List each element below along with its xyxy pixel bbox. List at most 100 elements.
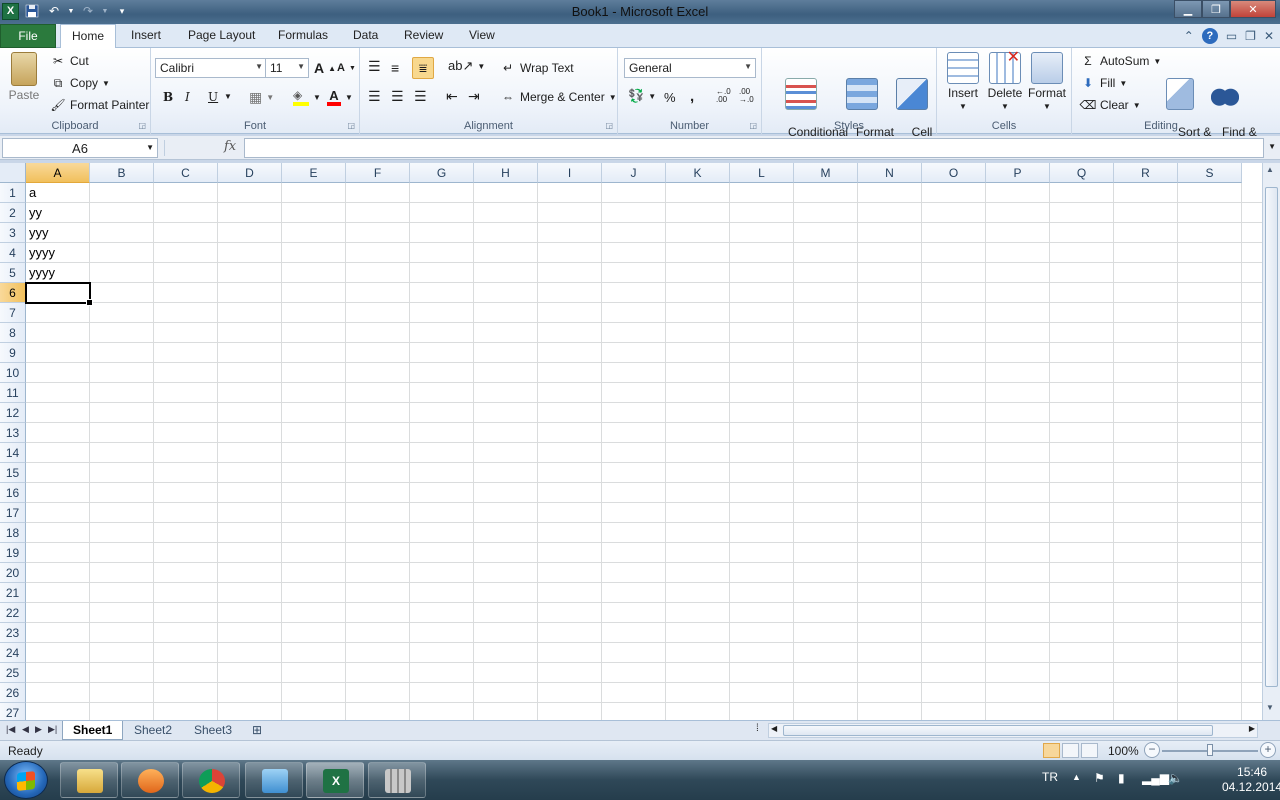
tab-home[interactable]: Home	[60, 24, 116, 49]
taskbar-chrome[interactable]	[182, 762, 240, 798]
fill-color-button[interactable]: ◈ ▼	[293, 88, 321, 106]
italic-button[interactable]: I	[185, 90, 190, 104]
normal-view-button[interactable]	[1043, 743, 1060, 758]
column-header-p[interactable]: P	[986, 163, 1050, 183]
power-icon[interactable]: ▮	[1118, 771, 1125, 785]
column-header-q[interactable]: Q	[1050, 163, 1114, 183]
scroll-right-icon[interactable]: ▶	[1249, 724, 1255, 733]
sheet-tab-sheet3[interactable]: Sheet3	[184, 721, 242, 740]
close-button[interactable]: ✕	[1230, 0, 1276, 18]
sheet-tab-sheet1[interactable]: Sheet1	[62, 721, 124, 740]
column-header-h[interactable]: H	[474, 163, 538, 183]
page-break-view-button[interactable]	[1081, 743, 1098, 758]
fill-button[interactable]: ⬇ Fill ▼	[1080, 75, 1127, 91]
align-right-button[interactable]: ☰	[414, 88, 427, 105]
row-header-5[interactable]: 5	[0, 263, 26, 283]
align-center-button[interactable]: ☰	[391, 88, 404, 105]
vertical-scrollbar[interactable]: ▲ ▼	[1262, 163, 1280, 720]
workbook-minimize-icon[interactable]: ▭	[1226, 29, 1237, 43]
font-size-dropdown-icon[interactable]: ▼	[297, 62, 305, 71]
tab-review[interactable]: Review	[404, 28, 443, 42]
font-size-combo[interactable]: 11 ▼	[265, 58, 309, 78]
minimize-ribbon-icon[interactable]: ⌃	[1184, 29, 1194, 43]
row-header-17[interactable]: 17	[0, 503, 26, 523]
horizontal-scroll-thumb[interactable]	[783, 725, 1213, 736]
tab-data[interactable]: Data	[353, 28, 378, 42]
column-header-r[interactable]: R	[1114, 163, 1178, 183]
number-launcher-icon[interactable]: ◲	[749, 121, 757, 130]
tab-insert[interactable]: Insert	[131, 28, 161, 42]
column-header-f[interactable]: F	[346, 163, 410, 183]
decrease-indent-button[interactable]: ⇤	[446, 88, 458, 105]
page-layout-view-button[interactable]	[1062, 743, 1079, 758]
row-header-16[interactable]: 16	[0, 483, 26, 503]
row-header-4[interactable]: 4	[0, 243, 26, 263]
column-header-k[interactable]: K	[666, 163, 730, 183]
row-header-11[interactable]: 11	[0, 383, 26, 403]
column-header-d[interactable]: D	[218, 163, 282, 183]
row-header-23[interactable]: 23	[0, 623, 26, 643]
tab-formulas[interactable]: Formulas	[278, 28, 328, 42]
worksheet-grid[interactable]: ABCDEFGHIJKLMNOPQRS 1 2 3 4 5 6 7 8 9 10 11 12 13 14 1…	[0, 163, 1262, 720]
insert-function-button[interactable]: fx	[224, 139, 236, 154]
number-format-dropdown-icon[interactable]: ▼	[744, 62, 752, 71]
row-header-22[interactable]: 22	[0, 603, 26, 623]
name-box-dropdown-icon[interactable]: ▼	[146, 143, 154, 152]
taskbar-window-manager[interactable]	[368, 762, 426, 798]
zoom-in-button[interactable]: +	[1260, 742, 1276, 758]
row-header-14[interactable]: 14	[0, 443, 26, 463]
format-painter-button[interactable]: 🖌 Format Painter	[50, 97, 149, 113]
active-cell-cursor[interactable]	[25, 282, 93, 306]
font-launcher-icon[interactable]: ◲	[347, 121, 355, 130]
column-header-c[interactable]: C	[154, 163, 218, 183]
column-header-g[interactable]: G	[410, 163, 474, 183]
row-header-10[interactable]: 10	[0, 363, 26, 383]
clear-button[interactable]: ⌫ Clear ▼	[1080, 97, 1141, 113]
row-header-7[interactable]: 7	[0, 303, 26, 323]
borders-dropdown-icon[interactable]: ▼	[266, 93, 274, 102]
row-header-27[interactable]: 27	[0, 703, 26, 720]
scroll-up-icon[interactable]: ▲	[1266, 165, 1274, 174]
maximize-button[interactable]: ❐	[1202, 0, 1230, 18]
underline-dropdown-icon[interactable]: ▼	[224, 92, 232, 101]
volume-icon[interactable]: 🔈	[1168, 771, 1183, 785]
bold-button[interactable]: B	[163, 90, 173, 104]
zoom-level[interactable]: 100%	[1108, 744, 1139, 758]
column-header-a[interactable]: A	[26, 163, 90, 183]
font-color-button[interactable]: A ▼	[327, 88, 353, 106]
format-cells-button[interactable]: Format ▼	[1027, 52, 1067, 113]
row-header-25[interactable]: 25	[0, 663, 26, 683]
workbook-close-icon[interactable]: ✕	[1264, 29, 1274, 43]
merge-center-button[interactable]: ⇔ Merge & Center ▼	[500, 89, 617, 105]
tab-split-handle[interactable]: ⁞	[756, 723, 759, 734]
last-sheet-icon[interactable]: ▶|	[48, 724, 57, 735]
taskbar-media-player[interactable]	[121, 762, 179, 798]
name-box[interactable]: A6 ▼	[2, 138, 158, 158]
underline-button[interactable]: U	[208, 90, 218, 104]
sheet-tab-sheet2[interactable]: Sheet2	[124, 721, 182, 740]
row-header-9[interactable]: 9	[0, 343, 26, 363]
cell-a4[interactable]: yyyy	[29, 243, 55, 263]
cell-a1[interactable]: a	[29, 183, 36, 203]
select-all-corner[interactable]	[0, 163, 26, 183]
column-header-m[interactable]: M	[794, 163, 858, 183]
clipboard-launcher-icon[interactable]: ◲	[138, 121, 146, 130]
align-middle-button[interactable]: ≡	[391, 60, 399, 76]
row-header-8[interactable]: 8	[0, 323, 26, 343]
help-icon[interactable]: ?	[1201, 28, 1218, 44]
copy-button[interactable]: ⧉ Copy ▼	[50, 75, 110, 91]
row-header-13[interactable]: 13	[0, 423, 26, 443]
first-sheet-icon[interactable]: |◀	[6, 724, 15, 735]
row-header-1[interactable]: 1	[0, 183, 26, 203]
expand-formula-bar-icon[interactable]: ▼	[1268, 142, 1276, 151]
column-header-e[interactable]: E	[282, 163, 346, 183]
tab-view[interactable]: View	[469, 28, 495, 42]
row-header-3[interactable]: 3	[0, 223, 26, 243]
vertical-scroll-thumb[interactable]	[1265, 187, 1278, 687]
orientation-dropdown-icon[interactable]: ▼	[477, 62, 485, 71]
font-color-dropdown-icon[interactable]: ▼	[345, 93, 353, 102]
shrink-font-button[interactable]: A ▼	[337, 62, 356, 74]
scroll-down-icon[interactable]: ▼	[1266, 703, 1274, 712]
borders-button[interactable]: ▦ ▼	[249, 89, 274, 106]
formula-input[interactable]	[244, 138, 1264, 158]
